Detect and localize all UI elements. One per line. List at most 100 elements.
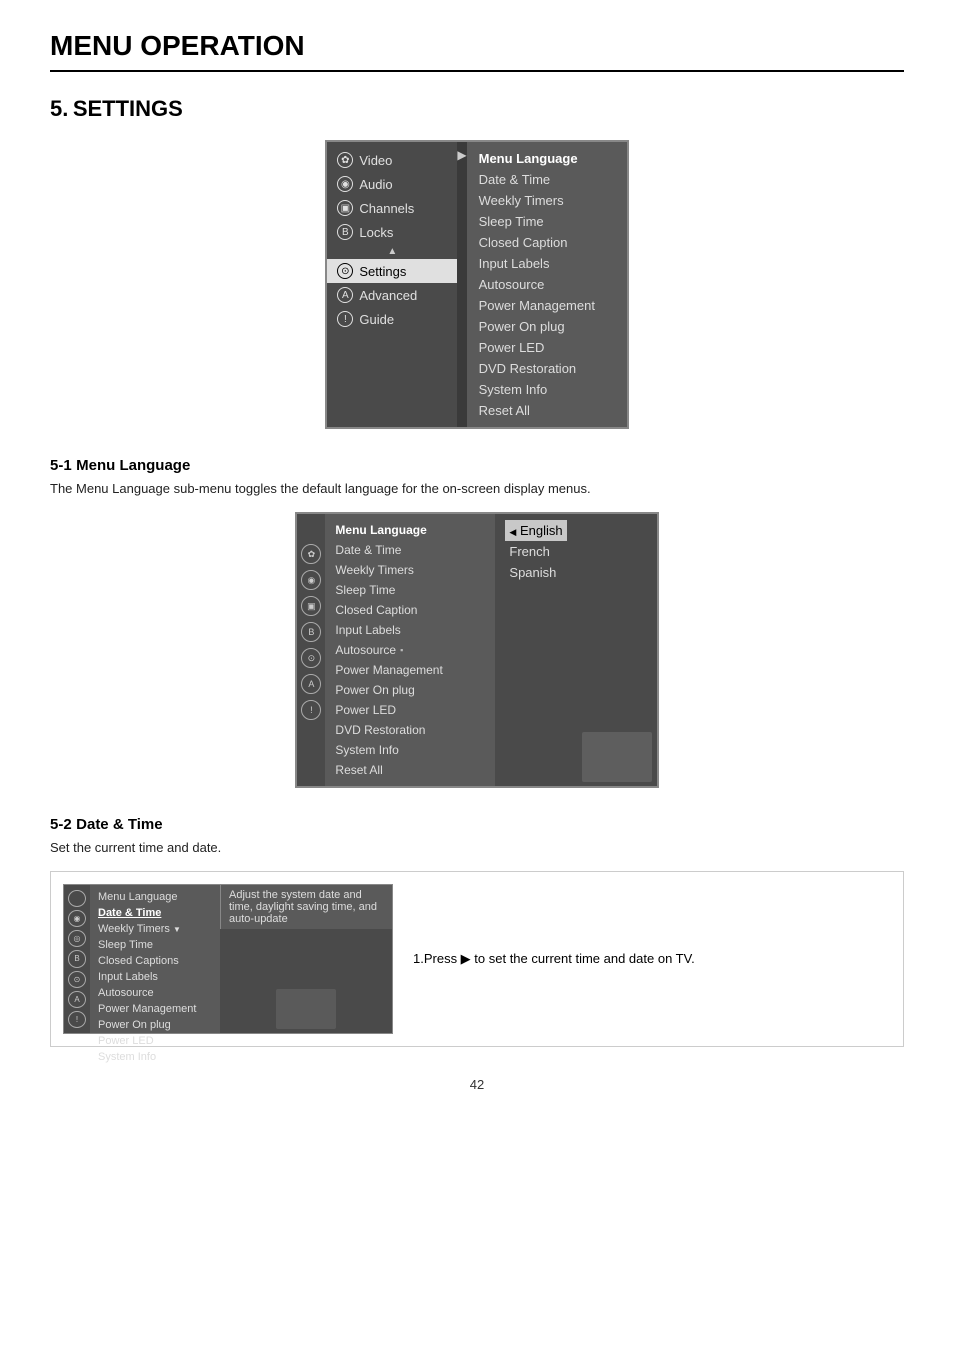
menu-left-col: ✿ Video ◉ Audio ▣ Channels B Locks ▲ ⊙ S… [327,142,457,427]
right-item-power-on-plug[interactable]: Power On plug [479,316,615,337]
menu-item-channels[interactable]: ▣ Channels [327,196,457,220]
dt-icon-6: A [68,991,86,1008]
dt-weekly-timers[interactable]: Weekly Timers ▼ [98,921,212,937]
language-panel: ◀ English French Spanish [495,514,576,786]
datetime-instruction: 1.Press ▶ to set the current time and da… [393,884,891,1034]
lang-french[interactable]: French [509,541,562,562]
center-item-system-info[interactable]: System Info [335,740,485,760]
settings-icon: ⊙ [337,263,353,279]
icon-audio-2: ◉ [301,570,321,590]
center-item-power-management[interactable]: Power Management [335,660,485,680]
dt-icon-7: ! [68,1011,86,1028]
right-item-power-led[interactable]: Power LED [479,337,615,358]
icon-advanced-2: A [301,674,321,694]
dt-closed-captions[interactable]: Closed Captions [98,953,212,969]
section-title: SETTINGS [73,96,183,121]
menu-right-col: Menu Language Date & Time Weekly Timers … [467,142,627,427]
menu-item-video[interactable]: ✿ Video [327,148,457,172]
center-item-autosource[interactable]: Autosource ▪ [335,640,485,660]
icon-guide-2: ! [301,700,321,720]
center-item-date-time[interactable]: Date & Time [335,540,485,560]
center-item-weekly-timers[interactable]: Weekly Timers [335,560,485,580]
subsection1-number: 5-1 [50,457,72,474]
datetime-tv-screen: ◉ ◎ B ⊙ A ! Menu Language Date & Time We… [63,884,393,1034]
center-item-input-labels[interactable]: Input Labels [335,620,485,640]
dt-power-led[interactable]: Power LED [98,1033,212,1049]
audio-icon: ◉ [337,176,353,192]
dt-input-labels[interactable]: Input Labels [98,969,212,985]
datetime-box: ◉ ◎ B ⊙ A ! Menu Language Date & Time We… [50,871,904,1047]
menu-item-audio[interactable]: ◉ Audio [327,172,457,196]
icon-locks-2: B [301,622,321,642]
channels-icon: ▣ [337,200,353,216]
menu-item-guide[interactable]: ! Guide [327,307,457,331]
menu1-container: ✿ Video ◉ Audio ▣ Channels B Locks ▲ ⊙ S… [50,140,904,429]
right-item-reset-all[interactable]: Reset All [479,400,615,421]
locks-icon: B [337,224,353,240]
dt-date-time[interactable]: Date & Time [98,905,212,921]
scroll-up-arrow: ▲ [327,244,457,259]
lang-english[interactable]: ◀ English [505,520,566,541]
right-item-system-info[interactable]: System Info [479,379,615,400]
menu-item-locks[interactable]: B Locks [327,220,457,244]
center-item-power-on-plug[interactable]: Power On plug [335,680,485,700]
guide-icon: ! [337,311,353,327]
dt-system-info[interactable]: System Info [98,1049,212,1065]
icon-video-2: ✿ [301,544,321,564]
dt-icon-1 [68,890,86,907]
right-item-dvd-restoration[interactable]: DVD Restoration [479,358,615,379]
dt-icon-2: ◉ [68,910,86,927]
menu2-container: ✿ ◉ ▣ B ⊙ A ! Menu Language Date & Time … [50,512,904,788]
right-item-input-labels[interactable]: Input Labels [479,253,615,274]
right-item-power-management[interactable]: Power Management [479,295,615,316]
dt-menu-col: Menu Language Date & Time Weekly Timers … [90,885,220,1033]
icon-channels-2: ▣ [301,596,321,616]
icon-settings-2: ⊙ [301,648,321,668]
dt-tooltip: Adjust the system date and time, dayligh… [220,885,392,929]
subsection2-number: 5-2 [50,816,72,833]
dt-menu-language[interactable]: Menu Language [98,889,212,905]
center-item-sleep-time[interactable]: Sleep Time [335,580,485,600]
center-item-menu-language[interactable]: Menu Language [335,520,485,540]
instruction-text: 1.Press ▶ to set the current time and da… [413,951,695,967]
center-item-dvd-restoration[interactable]: DVD Restoration [335,720,485,740]
page-title: MENU OPERATION [50,30,904,72]
decorative-image [577,514,657,786]
tv-screen-1: ✿ Video ◉ Audio ▣ Channels B Locks ▲ ⊙ S… [325,140,628,429]
dt-icons-col: ◉ ◎ B ⊙ A ! [64,885,90,1033]
subsection2-title: Date & Time [76,816,162,833]
right-item-date-time[interactable]: Date & Time [479,169,615,190]
icons-col-2: ✿ ◉ ▣ B ⊙ A ! [297,514,325,786]
menu-center-col: Menu Language Date & Time Weekly Timers … [325,514,495,786]
section-number: 5. [50,96,68,121]
video-icon: ✿ [337,152,353,168]
right-item-sleep-time[interactable]: Sleep Time [479,211,615,232]
dt-image [220,929,392,1033]
dt-power-management[interactable]: Power Management [98,1001,212,1017]
menu-item-advanced[interactable]: A Advanced [327,283,457,307]
advanced-icon: A [337,287,353,303]
subsection2-description: Set the current time and date. [50,840,904,855]
dt-power-on-plug[interactable]: Power On plug [98,1017,212,1033]
center-item-reset-all[interactable]: Reset All [335,760,485,780]
subsection1-description: The Menu Language sub-menu toggles the d… [50,481,904,496]
dt-right-panel: Adjust the system date and time, dayligh… [220,885,392,1033]
subsection1-title: Menu Language [76,457,190,474]
page-number: 42 [50,1077,904,1092]
menu-item-settings[interactable]: ⊙ Settings [327,259,457,283]
right-item-autosource[interactable]: Autosource [479,274,615,295]
dt-icon-3: ◎ [68,930,86,947]
dt-icon-5: ⊙ [68,971,86,988]
dt-autosource[interactable]: Autosource [98,985,212,1001]
center-item-closed-caption[interactable]: Closed Caption [335,600,485,620]
right-item-menu-language[interactable]: Menu Language [479,148,615,169]
menu-arrow-right: ▶ [457,142,466,427]
dt-sleep-time[interactable]: Sleep Time [98,937,212,953]
right-item-weekly-timers[interactable]: Weekly Timers [479,190,615,211]
lang-spanish[interactable]: Spanish [509,562,562,583]
center-item-power-led[interactable]: Power LED [335,700,485,720]
tv-screen-2: ✿ ◉ ▣ B ⊙ A ! Menu Language Date & Time … [295,512,658,788]
datetime-screen-area: ◉ ◎ B ⊙ A ! Menu Language Date & Time We… [63,884,393,1034]
dt-icon-4: B [68,950,86,967]
right-item-closed-caption[interactable]: Closed Caption [479,232,615,253]
